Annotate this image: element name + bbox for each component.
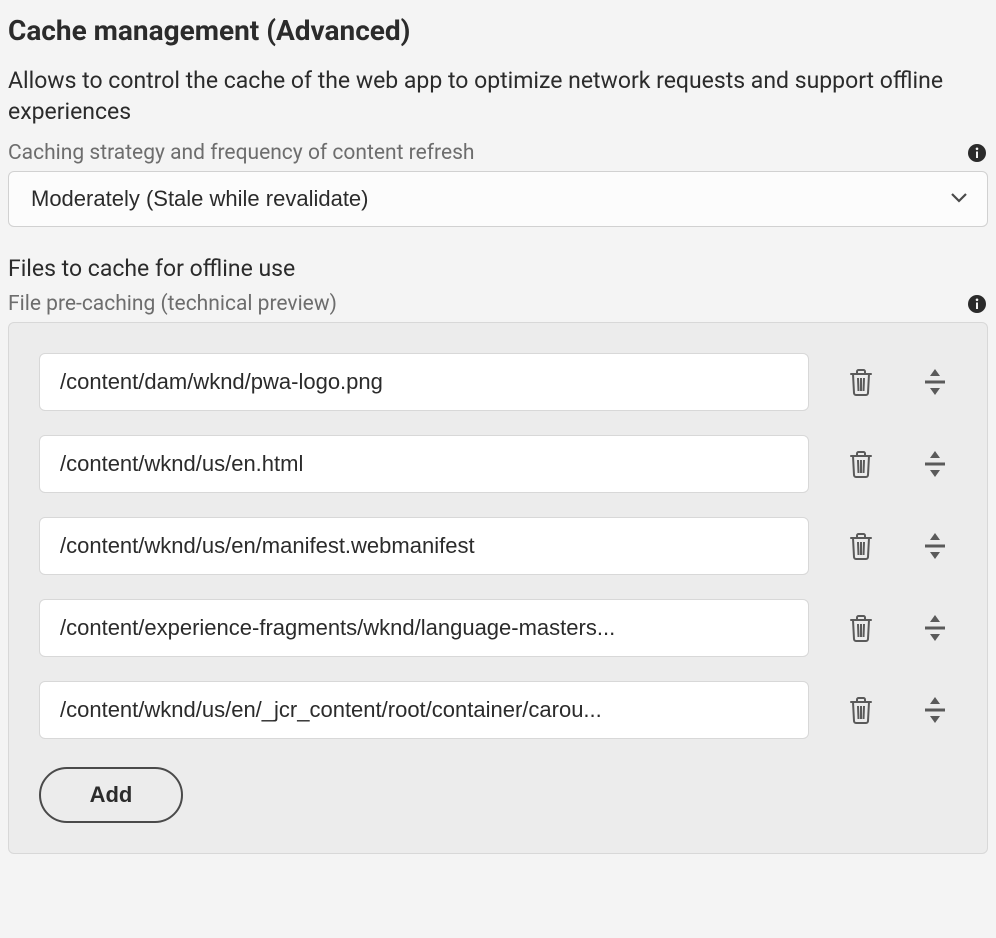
delete-file-button[interactable] [839,606,883,650]
reorder-file-button[interactable] [913,524,957,568]
precache-label-row: File pre-caching (technical preview) [8,292,988,316]
move-vertical-icon [921,531,949,561]
strategy-label: Caching strategy and frequency of conten… [8,141,475,165]
strategy-select-wrap: Moderately (Stale while revalidate) [8,171,988,227]
section-description: Allows to control the cache of the web a… [8,65,988,127]
move-vertical-icon [921,613,949,643]
precache-row [39,353,957,411]
precache-info-button[interactable] [966,293,988,315]
precache-label: File pre-caching (technical preview) [8,292,337,316]
precache-path-input[interactable] [39,353,809,411]
reorder-file-button[interactable] [913,688,957,732]
strategy-select[interactable]: Moderately (Stale while revalidate) [8,171,988,227]
precache-row [39,599,957,657]
trash-icon [847,695,875,725]
precache-row [39,517,957,575]
reorder-file-button[interactable] [913,360,957,404]
delete-file-button[interactable] [839,688,883,732]
cache-management-panel: Cache management (Advanced) Allows to co… [0,0,996,874]
strategy-info-button[interactable] [966,142,988,164]
section-title: Cache management (Advanced) [8,14,988,47]
precache-path-input[interactable] [39,517,809,575]
reorder-file-button[interactable] [913,606,957,650]
trash-icon [847,367,875,397]
precache-row [39,435,957,493]
add-file-button[interactable]: Add [39,767,183,823]
precache-row [39,681,957,739]
info-icon [968,144,986,162]
move-vertical-icon [921,367,949,397]
precache-path-input[interactable] [39,599,809,657]
precache-path-input[interactable] [39,681,809,739]
move-vertical-icon [921,449,949,479]
precache-subsection-title: Files to cache for offline use [8,255,988,282]
trash-icon [847,449,875,479]
delete-file-button[interactable] [839,442,883,486]
delete-file-button[interactable] [839,524,883,568]
info-icon [968,295,986,313]
trash-icon [847,613,875,643]
precache-list: Add [8,322,988,854]
trash-icon [847,531,875,561]
precache-path-input[interactable] [39,435,809,493]
move-vertical-icon [921,695,949,725]
delete-file-button[interactable] [839,360,883,404]
strategy-label-row: Caching strategy and frequency of conten… [8,141,988,165]
reorder-file-button[interactable] [913,442,957,486]
